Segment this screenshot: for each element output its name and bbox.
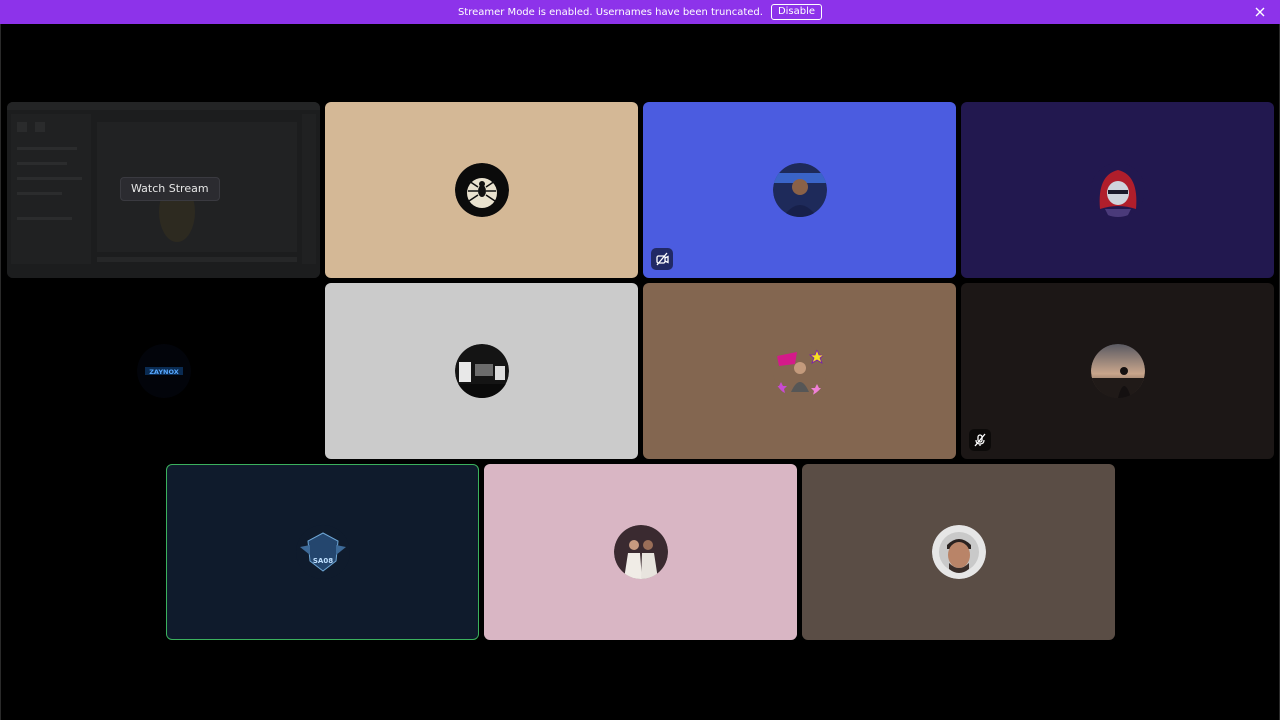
person-avatar [772,163,827,217]
zaynox-text: ZAYNOX [149,368,179,376]
sa08-text: SA08 [312,557,332,565]
close-icon[interactable] [1252,4,1268,20]
camera-off-icon [651,248,673,270]
participant-tile[interactable] [643,283,956,459]
mic-off-icon [969,429,991,451]
sunset-avatar [1090,344,1145,398]
zaynox-logo: ZAYNOX [136,344,191,398]
streamer-mode-message: Streamer Mode is enabled. Usernames have… [457,6,763,18]
participant-tile[interactable] [325,283,638,459]
participant-tile[interactable] [961,283,1274,459]
participant-tile[interactable] [643,102,956,278]
sa08-logo: SA08 [295,525,350,579]
participant-tile[interactable] [484,464,797,640]
spider-avatar [454,163,509,217]
couple-avatar [613,525,668,579]
room-avatar [454,344,509,398]
disable-streamer-mode-button[interactable]: Disable [770,4,823,20]
watch-stream-button[interactable]: Watch Stream [120,177,220,201]
participant-tile[interactable] [802,464,1115,640]
participant-tile[interactable] [961,102,1274,278]
stream-tile[interactable]: Watch Stream [7,102,320,278]
streamer-mode-banner: Streamer Mode is enabled. Usernames have… [0,0,1280,24]
participant-tile[interactable]: ZAYNOX [7,283,320,459]
man-portrait-avatar [931,525,986,579]
participant-tile[interactable] [325,102,638,278]
hooded-avatar [1090,163,1145,217]
sticker-avatar [772,344,827,398]
participant-tile-speaking[interactable]: SA08 [166,464,479,640]
